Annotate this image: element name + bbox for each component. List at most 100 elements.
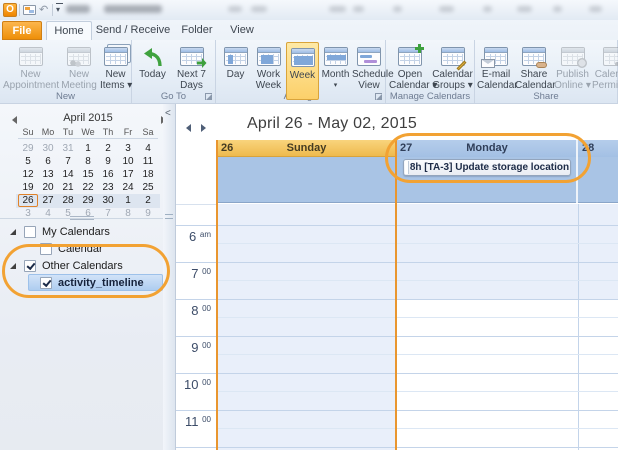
tab-folder[interactable]: Folder <box>174 21 220 40</box>
pane-divider-grip[interactable] <box>70 216 94 220</box>
minical-day[interactable]: 13 <box>38 168 58 181</box>
time-grid[interactable]: 6 am7 008 009 0010 0011 0012 pm <box>176 204 618 450</box>
ribbon-button-share-calendar[interactable]: ShareCalendar <box>515 42 553 100</box>
minical-day[interactable]: 2 <box>138 194 158 207</box>
expander-icon[interactable] <box>10 229 16 235</box>
day-header-26[interactable]: 26Sunday <box>217 140 396 157</box>
minical-day[interactable]: 14 <box>58 168 78 181</box>
minical-day[interactable]: 30 <box>98 194 118 207</box>
ribbon-button-new-meeting[interactable]: NewMeeting <box>58 42 100 100</box>
minical-day[interactable]: 6 <box>38 155 58 168</box>
minical-day[interactable]: 23 <box>98 181 118 194</box>
ribbon-button-calendar-permissions[interactable]: CalendarPermissions <box>592 42 618 100</box>
ribbon-button-calendar-groups[interactable]: CalendarGroups ▾ <box>431 42 474 100</box>
calendar-view: April 26 - May 02, 2015 26Sunday27Monday… <box>176 104 618 450</box>
previous-week-button[interactable] <box>184 121 196 134</box>
minical-day[interactable]: 1 <box>78 142 98 155</box>
ribbon-button-next-7-days[interactable]: Next 7Days <box>171 42 212 100</box>
customize-qat-icon[interactable]: ▾ <box>56 5 60 14</box>
day-header-28[interactable]: 28 <box>578 140 618 157</box>
minical-day[interactable]: 19 <box>18 181 38 194</box>
ribbon-button-e-mail-calendar[interactable]: E-mailCalendar <box>477 42 515 100</box>
minical-day[interactable]: 12 <box>18 168 38 181</box>
folder-row-calendar[interactable]: Calendar <box>0 241 163 258</box>
folder-row-my-calendars[interactable]: My Calendars <box>0 224 163 241</box>
folder-row-other-calendars[interactable]: Other Calendars <box>0 258 163 275</box>
minical-day[interactable]: 3 <box>118 142 138 155</box>
minical-day[interactable]: 8 <box>78 155 98 168</box>
minical-day[interactable]: 9 <box>98 155 118 168</box>
checkbox-activity-timeline[interactable] <box>40 277 52 289</box>
day-number: 28 <box>582 140 594 157</box>
minical-weekday-header: SuMoTuWeThFrSa <box>18 127 158 139</box>
ribbon-button-today[interactable]: Today <box>135 42 170 100</box>
calendar-next-icon <box>180 47 204 66</box>
minical-day[interactable]: 30 <box>38 142 58 155</box>
hour-line <box>176 225 618 226</box>
collapse-pane-icon[interactable]: < <box>165 108 171 119</box>
checkbox-my-calendars[interactable] <box>24 226 36 238</box>
tab-send-receive[interactable]: Send / Receive <box>94 21 172 40</box>
minical-week-row: 2930311234 <box>18 142 158 155</box>
minical-day[interactable]: 1 <box>118 194 138 207</box>
minical-day[interactable]: 22 <box>78 181 98 194</box>
checkbox-other-calendars[interactable] <box>24 260 36 272</box>
tab-file[interactable]: File <box>2 21 42 40</box>
outlook-app-icon[interactable]: O <box>3 3 17 17</box>
calendar-event[interactable]: 8h [TA-3] Update storage location <box>403 159 571 176</box>
minical-day[interactable]: 2 <box>98 142 118 155</box>
minical-day[interactable]: 4 <box>138 142 158 155</box>
ribbon-button-month[interactable]: Month▾ <box>319 42 352 100</box>
ribbon-button-week[interactable]: Week <box>286 42 319 100</box>
minical-day[interactable]: 25 <box>138 181 158 194</box>
minical-day[interactable]: 20 <box>38 181 58 194</box>
minical-day[interactable]: 17 <box>118 168 138 181</box>
expander-icon[interactable] <box>10 263 16 269</box>
minical-day[interactable]: 21 <box>58 181 78 194</box>
ribbon-button-label: Week <box>287 70 318 81</box>
ribbon-button-work-week[interactable]: WorkWeek <box>251 42 286 100</box>
minical-prev-icon[interactable] <box>12 116 17 124</box>
minical-day[interactable]: 28 <box>58 194 78 207</box>
minical-day[interactable]: 27 <box>38 194 58 207</box>
ribbon-button-label: Calendar <box>515 80 553 91</box>
day-header-27[interactable]: 27Monday <box>396 140 578 157</box>
checkbox-calendar[interactable] <box>40 243 52 255</box>
minical-day[interactable]: 29 <box>78 194 98 207</box>
ribbon-button-label: Publish <box>553 69 592 80</box>
column-divider <box>578 204 579 450</box>
tab-view[interactable]: View <box>222 21 262 40</box>
minical-day[interactable]: 18 <box>138 168 158 181</box>
send-receive-icon[interactable] <box>23 5 36 15</box>
calendar-pencil-icon <box>441 47 465 66</box>
ribbon-button-new-appointment[interactable]: NewAppointment <box>3 42 58 100</box>
folder-row-activity-timeline[interactable]: activity_timeline <box>0 275 163 292</box>
time-label: 9 00 <box>176 339 211 354</box>
minical-day[interactable]: 7 <box>58 155 78 168</box>
ribbon-button-new-items[interactable]: NewItems ▾ <box>100 42 131 100</box>
minical-day[interactable]: 15 <box>78 168 98 181</box>
ribbon-button-open-calendar[interactable]: OpenCalendar ▾ <box>389 42 431 100</box>
tab-home[interactable]: Home <box>46 21 92 40</box>
folder-label: Calendar <box>58 241 103 257</box>
minical-day[interactable]: 5 <box>18 155 38 168</box>
minical-day[interactable]: 11 <box>138 155 158 168</box>
ribbon-button-schedule-view[interactable]: ScheduleView <box>352 42 386 100</box>
minical-day[interactable]: 24 <box>118 181 138 194</box>
ribbon-button-label: Week <box>251 80 286 91</box>
pane-splitter[interactable]: < <box>163 104 176 450</box>
ribbon-button-label: Share <box>515 69 553 80</box>
title-bar: O ↶ ▾ <box>0 0 618 20</box>
minical-day[interactable]: 29 <box>18 142 38 155</box>
minical-day[interactable]: 10 <box>118 155 138 168</box>
undo-icon[interactable]: ↶ <box>39 3 48 16</box>
minical-day-today[interactable]: 26 <box>18 194 38 207</box>
ribbon-button-day[interactable]: Day <box>220 42 251 100</box>
half-hour-line <box>217 391 618 392</box>
next-week-button[interactable] <box>198 121 210 134</box>
redacted-text <box>483 6 492 12</box>
minical-week-row: 567891011 <box>18 155 158 168</box>
minical-day[interactable]: 31 <box>58 142 78 155</box>
minical-day[interactable]: 16 <box>98 168 118 181</box>
ribbon-button-publish-online[interactable]: PublishOnline ▾ <box>553 42 592 100</box>
